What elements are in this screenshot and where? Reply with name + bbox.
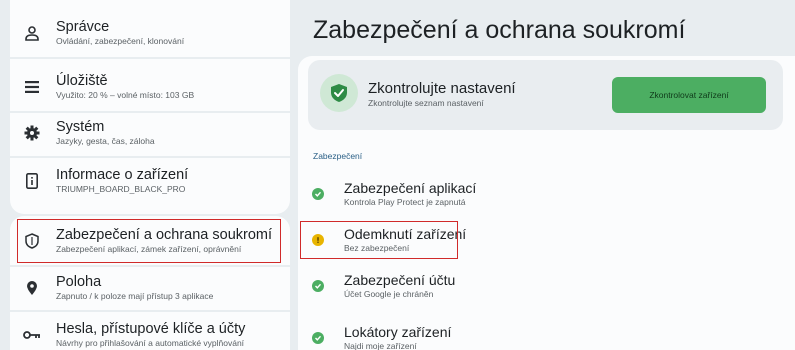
person-icon: [22, 23, 42, 43]
sidebar-item-uloziste[interactable]: Úložiště Využito: 20 % – volné místo: 10…: [10, 64, 290, 110]
location-pin-icon: [22, 278, 42, 298]
page-title: Zabezpečení a ochrana soukromí: [313, 16, 686, 44]
check-card-subtitle: Zkontrolujte seznam nastavení: [368, 98, 484, 108]
security-item-subtitle: Najdi moje zařízení: [344, 341, 417, 350]
sidebar-item-subtitle: Jazyky, gesta, čas, záloha: [56, 136, 155, 146]
warning-status-icon: [312, 234, 324, 246]
sidebar-item-subtitle: Ovládání, zabezpečení, klonování: [56, 36, 185, 46]
security-item-subtitle: Účet Google je chráněn: [344, 289, 434, 299]
sidebar-item-title: Správce: [56, 19, 110, 35]
sidebar-item-security-privacy[interactable]: Zabezpečení a ochrana soukromí Zabezpeče…: [17, 219, 281, 263]
sidebar-item-title: Zabezpečení a ochrana soukromí: [56, 227, 273, 243]
sidebar-item-subtitle: Zabezpečení aplikací, zámek zařízení, op…: [56, 244, 242, 254]
sidebar-item-spravce[interactable]: Správce Ovládání, zabezpečení, klonování: [10, 10, 290, 56]
check-card-title: Zkontrolujte nastavení: [368, 80, 516, 97]
security-item-title: Zabezpečení aplikací: [344, 180, 477, 196]
security-item-title: Lokátory zařízení: [344, 324, 452, 340]
sidebar-item-passwords-accounts[interactable]: Hesla, přístupové klíče a účty Návrhy pr…: [10, 312, 290, 350]
settings-sidebar: Správce Ovládání, zabezpečení, klonování…: [10, 0, 290, 350]
sidebar-item-title: Hesla, přístupové klíče a účty: [56, 321, 246, 337]
security-item-account-security[interactable]: Zabezpečení účtu Účet Google je chráněn: [304, 264, 784, 308]
check-device-button[interactable]: Zkontrolovat zařízení: [612, 77, 766, 113]
security-item-subtitle: Bez zabezpečení: [344, 243, 410, 253]
sidebar-item-title: Poloha: [56, 274, 102, 290]
sidebar-item-subtitle: Využito: 20 % – volné místo: 103 GB: [56, 90, 195, 100]
key-icon: [22, 325, 42, 345]
check-status-icon: [312, 280, 324, 292]
verified-shield-icon: [320, 74, 358, 112]
sidebar-item-location[interactable]: Poloha Zapnuto / k poloze mají přístup 3…: [10, 265, 290, 311]
check-status-icon: [312, 188, 324, 200]
divider: [10, 57, 290, 59]
sidebar-item-system[interactable]: Systém Jazyky, gesta, čas, záloha: [10, 110, 290, 156]
sidebar-item-subtitle: Návrhy pro přihlašování a automatické vy…: [56, 338, 245, 348]
gear-icon: [22, 123, 42, 143]
sidebar-item-subtitle: Zapnuto / k poloze mají přístup 3 aplika…: [56, 291, 214, 301]
sidebar-item-title: Úložiště: [56, 73, 108, 89]
storage-icon: [22, 77, 42, 97]
security-item-device-finders[interactable]: Lokátory zařízení Najdi moje zařízení: [304, 316, 784, 350]
sidebar-item-device-info[interactable]: Informace o zařízení TRIUMPH_BOARD_BLACK…: [10, 158, 290, 204]
security-item-title: Zabezpečení účtu: [344, 272, 456, 288]
sidebar-item-subtitle: TRIUMPH_BOARD_BLACK_PRO: [56, 184, 186, 194]
security-item-device-unlock[interactable]: Odemknutí zařízení Bez zabezpečení: [300, 221, 466, 259]
section-header-security: Zabezpečení: [313, 151, 363, 161]
security-item-app-security[interactable]: Zabezpečení aplikací Kontrola Play Prote…: [304, 172, 784, 216]
security-item-subtitle: Kontrola Play Protect je zapnutá: [344, 197, 466, 207]
shield-icon: [22, 231, 42, 251]
sidebar-item-title: Informace o zařízení: [56, 167, 189, 183]
device-info-icon: [22, 171, 42, 191]
sidebar-item-title: Systém: [56, 119, 105, 135]
check-status-icon: [312, 332, 324, 344]
security-item-title: Odemknutí zařízení: [344, 226, 467, 242]
